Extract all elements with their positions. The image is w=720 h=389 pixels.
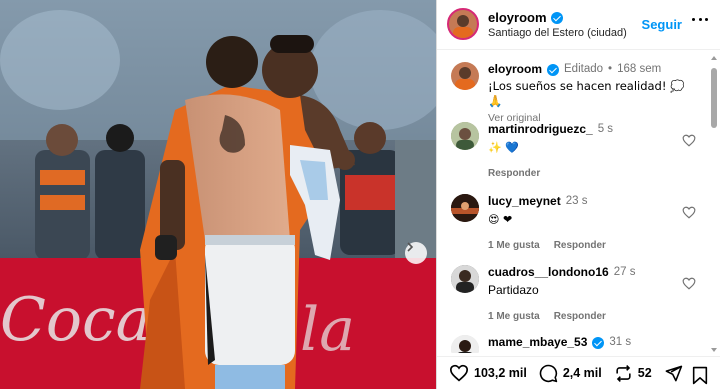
share-button[interactable] bbox=[664, 364, 683, 383]
reposts-count[interactable]: 52 bbox=[638, 366, 652, 380]
verified-badge-icon bbox=[550, 11, 563, 24]
comment-avatar[interactable] bbox=[451, 194, 479, 222]
post-location[interactable]: Santiago del Estero (ciudad) bbox=[488, 27, 627, 39]
heart-icon bbox=[449, 364, 469, 382]
comment-time[interactable]: 5 s bbox=[598, 122, 613, 137]
likes-count-link[interactable]: 1 Me gusta bbox=[488, 309, 540, 324]
scroll-thumb[interactable] bbox=[711, 68, 717, 128]
reply-button[interactable]: Responder bbox=[554, 309, 606, 324]
separator: • bbox=[608, 63, 613, 75]
chevron-right-icon bbox=[407, 242, 414, 252]
post-actions-bar: 103,2 mil 2,4 mil 52 bbox=[437, 356, 720, 389]
next-image-button[interactable] bbox=[405, 242, 427, 264]
comment-username[interactable]: lucy_meynet bbox=[488, 194, 561, 209]
comment-text: ✨ 💙 bbox=[488, 141, 519, 154]
comment-time[interactable]: 31 s bbox=[609, 335, 631, 350]
svg-text:Coca: Coca bbox=[0, 285, 151, 355]
comment-time[interactable]: 27 s bbox=[614, 265, 636, 280]
comment-time[interactable]: 23 s bbox=[566, 194, 588, 209]
save-icon bbox=[692, 366, 708, 385]
author-username[interactable]: eloyroom bbox=[488, 10, 547, 25]
verified-badge-icon bbox=[547, 63, 560, 76]
post-image: Coca la bbox=[0, 0, 436, 389]
comment-avatar[interactable] bbox=[451, 265, 479, 293]
post-photo: Coca la bbox=[0, 0, 436, 389]
comment-username[interactable]: mame_mbaye_53 bbox=[488, 335, 587, 350]
scroll-up-arrow-icon[interactable] bbox=[711, 56, 717, 60]
caption-time[interactable]: 168 sem bbox=[617, 62, 661, 77]
repost-icon bbox=[616, 364, 631, 382]
repost-button[interactable]: 52 bbox=[614, 364, 652, 383]
edited-label: Editado bbox=[564, 63, 604, 75]
reply-button[interactable]: Responder bbox=[554, 238, 606, 253]
comment-like-heart-icon[interactable] bbox=[682, 277, 696, 290]
comment-like-heart-icon[interactable] bbox=[682, 206, 696, 219]
post-header: eloyroom Santiago del Estero (ciudad) Se… bbox=[437, 0, 720, 50]
reply-button[interactable]: Responder bbox=[488, 166, 540, 181]
like-button[interactable]: 103,2 mil bbox=[449, 364, 527, 382]
likes-count-link[interactable]: 1 Me gusta bbox=[488, 238, 540, 253]
comment-like-heart-icon[interactable] bbox=[682, 134, 696, 147]
comment-avatar[interactable] bbox=[451, 122, 479, 150]
svg-text:la: la bbox=[300, 295, 355, 365]
comments-scrollbar[interactable] bbox=[709, 56, 719, 352]
comment-button[interactable]: 2,4 mil bbox=[539, 364, 602, 383]
share-icon bbox=[665, 365, 682, 381]
comment-icon bbox=[539, 364, 558, 382]
post-side-panel: eloyroom Santiago del Estero (ciudad) Se… bbox=[436, 0, 720, 389]
follow-button[interactable]: Seguir bbox=[642, 17, 682, 32]
comment-text: 😍 ❤ bbox=[488, 213, 513, 226]
likes-count[interactable]: 103,2 mil bbox=[474, 366, 527, 380]
caption-avatar[interactable] bbox=[451, 62, 479, 90]
comment-username[interactable]: martinrodriguezc_ bbox=[488, 122, 593, 137]
comment-text: Partidazo bbox=[488, 283, 539, 297]
caption-text: ¡Los sueños se hacen realidad! 💭 🙏 bbox=[488, 79, 685, 108]
scroll-down-arrow-icon[interactable] bbox=[711, 348, 717, 352]
caption-username[interactable]: eloyroom bbox=[488, 62, 542, 77]
comment-avatar[interactable] bbox=[451, 335, 479, 353]
comment-username[interactable]: cuadros__londono16 bbox=[488, 265, 609, 280]
comments-count[interactable]: 2,4 mil bbox=[563, 366, 602, 380]
verified-badge-icon bbox=[592, 336, 605, 349]
more-options-icon[interactable] bbox=[692, 18, 708, 22]
author-avatar[interactable] bbox=[447, 8, 479, 40]
comments-list: eloyroom Editado • 168 sem ¡Los sueños s… bbox=[437, 51, 720, 353]
save-button[interactable] bbox=[692, 366, 708, 389]
